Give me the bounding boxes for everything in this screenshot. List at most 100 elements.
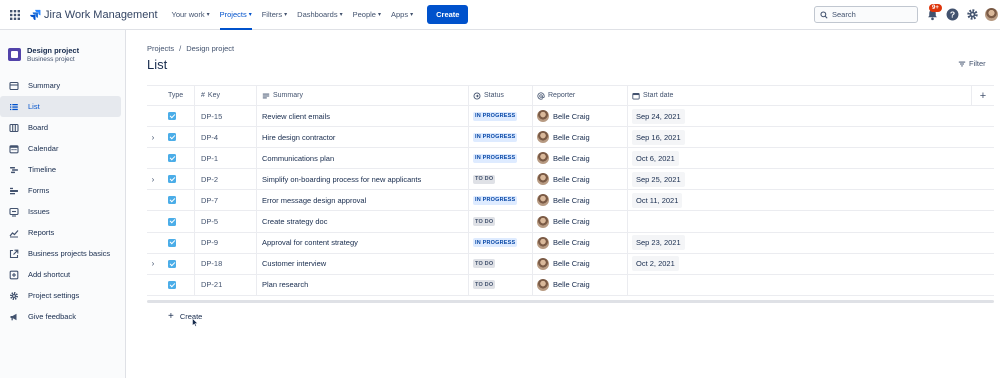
sidebar-item-label: Project settings (28, 291, 80, 300)
sidebar-item-board[interactable]: Board (0, 117, 121, 138)
reporter-cell[interactable]: Belle Craig (533, 274, 628, 295)
issue-key-cell[interactable]: DP-1 (195, 148, 257, 169)
table-row[interactable]: DP-1 Communications plan IN PROGRESS Bel… (147, 148, 994, 170)
reporter-cell[interactable]: Belle Craig (533, 232, 628, 253)
column-header-key[interactable]: # Key (195, 86, 257, 105)
issue-summary: Plan research (262, 280, 309, 290)
issue-key-cell[interactable]: DP-4 (195, 127, 257, 148)
search-input[interactable]: Search (814, 6, 918, 23)
start-date-cell[interactable]: Sep 16, 2021 (628, 127, 972, 147)
summary-cell[interactable]: Review client emails (257, 106, 469, 127)
table-row[interactable]: › DP-4 Hire design contractor IN PROGRES… (147, 127, 994, 149)
status-cell[interactable]: IN PROGRESS (469, 127, 533, 148)
nav-your-work[interactable]: Your work ▾ (172, 0, 210, 30)
summary-cell[interactable]: Simplify on-boarding process for new app… (257, 169, 469, 190)
table-row[interactable]: DP-21 Plan research TO DO Belle Craig (147, 274, 994, 296)
summary-cell[interactable]: Communications plan (257, 148, 469, 169)
app-switcher-icon[interactable] (0, 0, 30, 30)
summary-cell[interactable]: Hire design contractor (257, 127, 469, 148)
start-date-cell[interactable]: Sep 25, 2021 (628, 169, 972, 189)
start-date-cell[interactable]: Oct 11, 2021 (628, 190, 972, 210)
nav-filters[interactable]: Filters ▾ (262, 0, 287, 30)
issue-key-cell[interactable]: DP-7 (195, 190, 257, 211)
reporter-cell[interactable]: Belle Craig (533, 127, 628, 148)
issue-key-cell[interactable]: DP-2 (195, 169, 257, 190)
summary-cell[interactable]: Create strategy doc (257, 211, 469, 232)
start-date-cell[interactable]: Oct 2, 2021 (628, 254, 972, 274)
column-header-type[interactable]: Type (159, 86, 195, 105)
column-header-status[interactable]: Status (469, 86, 533, 105)
add-column-button[interactable]: + (972, 86, 994, 105)
sidebar-item-timeline[interactable]: Timeline (0, 159, 121, 180)
breadcrumb-design-project[interactable]: Design project (186, 44, 234, 53)
table-row[interactable]: › DP-18 Customer interview TO DO Belle C… (147, 253, 994, 275)
summary-cell[interactable]: Plan research (257, 274, 469, 295)
status-cell[interactable]: IN PROGRESS (469, 232, 533, 253)
summary-cell[interactable]: Customer interview (257, 253, 469, 274)
sidebar-item-add-shortcut[interactable]: Add shortcut (0, 264, 121, 285)
column-header-reporter[interactable]: Reporter (533, 86, 628, 105)
horizontal-scrollbar[interactable] (147, 300, 994, 303)
project-header[interactable]: Design project Business project (0, 30, 125, 75)
reporter-cell[interactable]: Belle Craig (533, 190, 628, 211)
nav-projects[interactable]: Projects ▾ (219, 0, 252, 30)
filter-button[interactable]: Filter (958, 59, 986, 68)
sidebar-item-issues[interactable]: Issues (0, 201, 121, 222)
reporter-cell[interactable]: Belle Craig (533, 148, 628, 169)
table-row[interactable]: DP-15 Review client emails IN PROGRESS B… (147, 106, 994, 128)
create-button[interactable]: Create (427, 5, 469, 24)
sidebar-item-give-feedback[interactable]: Give feedback (0, 306, 121, 327)
reporter-cell[interactable]: Belle Craig (533, 169, 628, 190)
summary-cell[interactable]: Approval for content strategy (257, 232, 469, 253)
sidebar-item-business-projects-basics[interactable]: Business projects basics (0, 243, 121, 264)
status-cell[interactable]: TO DO (469, 169, 533, 190)
settings-gear-icon[interactable] (966, 8, 979, 21)
status-cell[interactable]: IN PROGRESS (469, 106, 533, 127)
status-cell[interactable]: TO DO (469, 253, 533, 274)
task-type-icon (168, 112, 176, 121)
nav-dashboards[interactable]: Dashboards ▾ (297, 0, 342, 30)
expand-chevron-icon[interactable]: › (147, 169, 159, 189)
start-date-cell[interactable] (628, 211, 972, 231)
reporter-cell[interactable]: Belle Craig (533, 106, 628, 127)
expand-chevron-icon[interactable]: › (147, 254, 159, 274)
status-cell[interactable]: TO DO (469, 211, 533, 232)
table-row[interactable]: DP-7 Error message design approval IN PR… (147, 190, 994, 212)
nav-label: Apps (391, 10, 409, 19)
reporter-cell[interactable]: Belle Craig (533, 211, 628, 232)
product-logo[interactable]: Jira Work Management (30, 9, 158, 21)
issue-key-cell[interactable]: DP-18 (195, 253, 257, 274)
profile-avatar[interactable] (985, 8, 998, 21)
sidebar-item-summary[interactable]: Summary (0, 75, 121, 96)
sidebar-item-project-settings[interactable]: Project settings (0, 285, 121, 306)
column-header-start-date[interactable]: Start date (628, 86, 972, 105)
table-row[interactable]: › DP-2 Simplify on-boarding process for … (147, 169, 994, 191)
column-header-summary[interactable]: Summary (257, 86, 469, 105)
status-cell[interactable]: IN PROGRESS (469, 190, 533, 211)
breadcrumb-projects[interactable]: Projects (147, 44, 174, 53)
start-date-cell[interactable]: Sep 23, 2021 (628, 233, 972, 253)
start-date-cell[interactable] (628, 275, 972, 295)
help-icon[interactable]: ? (946, 8, 959, 21)
reporter-cell[interactable]: Belle Craig (533, 253, 628, 274)
nav-people[interactable]: People ▾ (353, 0, 381, 30)
sidebar-item-list[interactable]: List (0, 96, 121, 117)
start-date-cell[interactable]: Oct 6, 2021 (628, 148, 972, 168)
status-cell[interactable]: TO DO (469, 274, 533, 295)
expand-chevron-icon[interactable]: › (147, 127, 159, 147)
chevron-down-icon: ▾ (339, 12, 343, 18)
issue-key-cell[interactable]: DP-9 (195, 232, 257, 253)
issue-key-cell[interactable]: DP-21 (195, 274, 257, 295)
status-cell[interactable]: IN PROGRESS (469, 148, 533, 169)
sidebar-item-reports[interactable]: Reports (0, 222, 121, 243)
sidebar-item-calendar[interactable]: Calendar (0, 138, 121, 159)
table-row[interactable]: DP-5 Create strategy doc TO DO Belle Cra… (147, 211, 994, 233)
table-row[interactable]: DP-9 Approval for content strategy IN PR… (147, 232, 994, 254)
start-date-cell[interactable]: Sep 24, 2021 (628, 106, 972, 126)
table-body: DP-15 Review client emails IN PROGRESS B… (147, 106, 994, 296)
sidebar-item-forms[interactable]: Forms (0, 180, 121, 201)
issue-key-cell[interactable]: DP-15 (195, 106, 257, 127)
summary-cell[interactable]: Error message design approval (257, 190, 469, 211)
nav-apps[interactable]: Apps ▾ (391, 0, 413, 30)
issue-key-cell[interactable]: DP-5 (195, 211, 257, 232)
